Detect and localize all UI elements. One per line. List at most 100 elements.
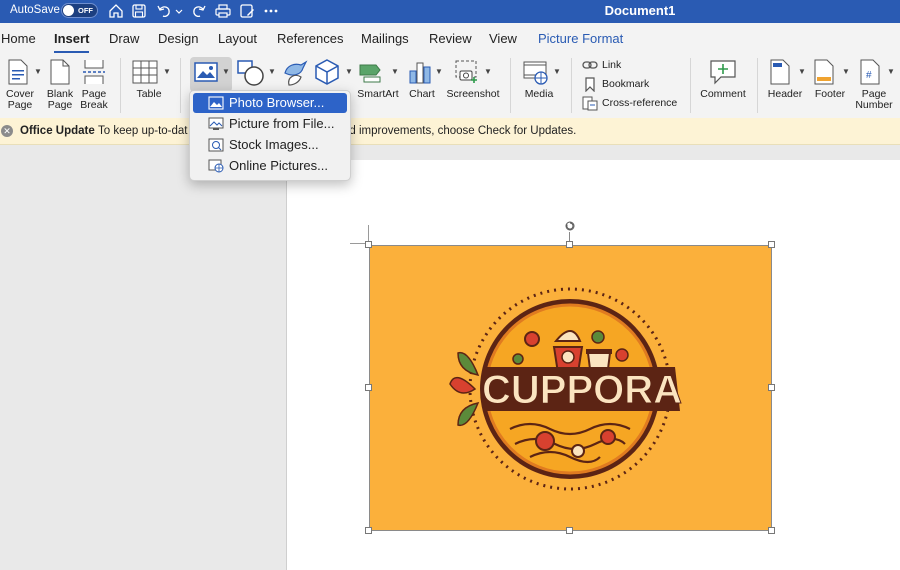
chevron-down-icon: ▼: [435, 67, 443, 76]
ribbon-separator: [120, 58, 121, 113]
resize-handle[interactable]: [365, 241, 372, 248]
header-icon: [770, 59, 790, 85]
menu-item-label: Online Pictures...: [229, 158, 328, 173]
online-pictures-icon: [208, 159, 224, 173]
tab-home[interactable]: Home: [1, 31, 36, 46]
resize-handle[interactable]: [566, 527, 573, 534]
table-label: Table: [136, 88, 162, 100]
tab-mailings[interactable]: Mailings: [361, 31, 409, 46]
tab-design[interactable]: Design: [158, 31, 198, 46]
logo-text: CUPPORA: [482, 368, 682, 412]
ribbon-separator: [690, 58, 691, 113]
rotate-handle-icon[interactable]: [564, 220, 576, 232]
link-label: Link: [602, 59, 622, 71]
update-title: Office Update: [20, 125, 95, 137]
resize-handle[interactable]: [768, 527, 775, 534]
resize-handle[interactable]: [365, 384, 372, 391]
media-icon: [523, 61, 548, 85]
blank-page-icon: [50, 59, 70, 85]
tab-draw[interactable]: Draw: [109, 31, 139, 46]
chevron-down-icon: ▼: [268, 67, 276, 76]
close-icon[interactable]: ✕: [1, 125, 13, 137]
cuppora-logo: CUPPORA: [449, 287, 683, 491]
tab-insert[interactable]: Insert: [54, 31, 90, 53]
resize-handle[interactable]: [768, 384, 775, 391]
ribbon-separator: [757, 58, 758, 113]
chart-button[interactable]: ▼ Chart: [404, 53, 444, 118]
tab-view[interactable]: View: [489, 31, 517, 46]
page-break-label-2: Break: [80, 99, 108, 111]
footer-label: Footer: [814, 88, 846, 100]
cross-reference-button[interactable]: Cross-reference: [582, 96, 682, 112]
header-label: Header: [767, 88, 803, 100]
resize-handle[interactable]: [566, 241, 573, 248]
chevron-down-icon: ▼: [842, 67, 850, 76]
footer-icon: [814, 59, 834, 85]
menu-item-label: Picture from File...: [229, 116, 335, 131]
menu-item-picture-from-file[interactable]: Picture from File...: [193, 114, 347, 134]
menu-item-stock-images[interactable]: Stock Images...: [193, 135, 347, 155]
chevron-down-icon: ▼: [887, 67, 895, 76]
pictures-button[interactable]: ▼: [190, 57, 232, 92]
table-button[interactable]: ▼ Table: [128, 53, 174, 118]
blank-page-button[interactable]: Blank Page: [44, 53, 76, 118]
chevron-down-icon: ▼: [484, 67, 492, 76]
photo-browser-icon: [208, 96, 224, 110]
bookmark-label: Bookmark: [602, 78, 650, 90]
table-icon: [132, 60, 158, 84]
resize-handle[interactable]: [365, 527, 372, 534]
menu-item-online-pictures[interactable]: Online Pictures...: [193, 156, 347, 176]
chevron-down-icon: ▼: [222, 67, 230, 76]
bird-leaf-icon: [284, 60, 308, 86]
menu-item-photo-browser[interactable]: Photo Browser...: [193, 93, 347, 113]
document-title: Document1: [604, 3, 676, 18]
comment-icon: [710, 60, 736, 85]
ribbon: ▼ Cover Page Blank Page Page Break ▼ Table …: [0, 53, 900, 118]
screenshot-button[interactable]: ▼ Screenshot: [446, 53, 500, 118]
cube-icon: [315, 59, 339, 85]
pictures-menu: Photo Browser... Picture from File... St…: [189, 90, 351, 181]
tab-layout[interactable]: Layout: [218, 31, 257, 46]
picture-icon: [194, 62, 218, 82]
cross-reference-icon: [582, 96, 598, 111]
comment-button[interactable]: Comment: [698, 53, 748, 118]
cross-reference-label: Cross-reference: [602, 97, 678, 109]
ribbon-separator: [571, 58, 572, 113]
stock-images-icon: [208, 138, 224, 152]
ribbon-separator: [510, 58, 511, 113]
media-label: Media: [524, 88, 554, 100]
footer-button[interactable]: ▼ Footer: [810, 53, 854, 118]
chevron-down-icon: ▼: [798, 67, 806, 76]
tab-review[interactable]: Review: [429, 31, 472, 46]
comment-label: Comment: [700, 88, 746, 100]
resize-handle[interactable]: [768, 241, 775, 248]
page-number-label-2: Number: [855, 99, 893, 111]
header-button[interactable]: ▼ Header: [764, 53, 808, 118]
smartart-label: SmartArt: [357, 88, 399, 100]
page-break-button[interactable]: Page Break: [78, 53, 110, 118]
chevron-down-icon: ▼: [391, 67, 399, 76]
screenshot-label: Screenshot: [446, 88, 500, 100]
bookmark-button[interactable]: Bookmark: [582, 77, 662, 93]
shapes-icon: [237, 60, 264, 86]
ribbon-tabs: Home Insert Draw Design Layout Reference…: [0, 23, 900, 53]
update-text-right: nd improvements, choose Check for Update…: [343, 125, 577, 137]
tab-references[interactable]: References: [277, 31, 343, 46]
media-button[interactable]: ▼ Media: [518, 53, 562, 118]
title-bar: AutoSave OFF Document1: [0, 0, 900, 23]
link-icon: [582, 61, 598, 69]
inserted-picture[interactable]: CUPPORA: [369, 245, 772, 531]
chevron-down-icon: ▼: [34, 67, 42, 76]
smartart-icon: [359, 64, 381, 83]
svg-text:#: #: [866, 70, 872, 81]
tab-picture-format[interactable]: Picture Format: [538, 31, 623, 46]
smartart-button[interactable]: ▼ SmartArt: [354, 53, 400, 118]
bookmark-icon: [585, 77, 595, 92]
chevron-down-icon: ▼: [163, 67, 171, 76]
blank-page-label-2: Page: [47, 99, 73, 111]
link-button[interactable]: Link: [582, 58, 652, 74]
chevron-down-icon: ▼: [553, 67, 561, 76]
cover-page-button[interactable]: ▼ Cover Page: [2, 53, 42, 118]
page-number-icon: #: [860, 59, 880, 85]
page-number-button[interactable]: # ▼ Page Number: [854, 53, 898, 118]
